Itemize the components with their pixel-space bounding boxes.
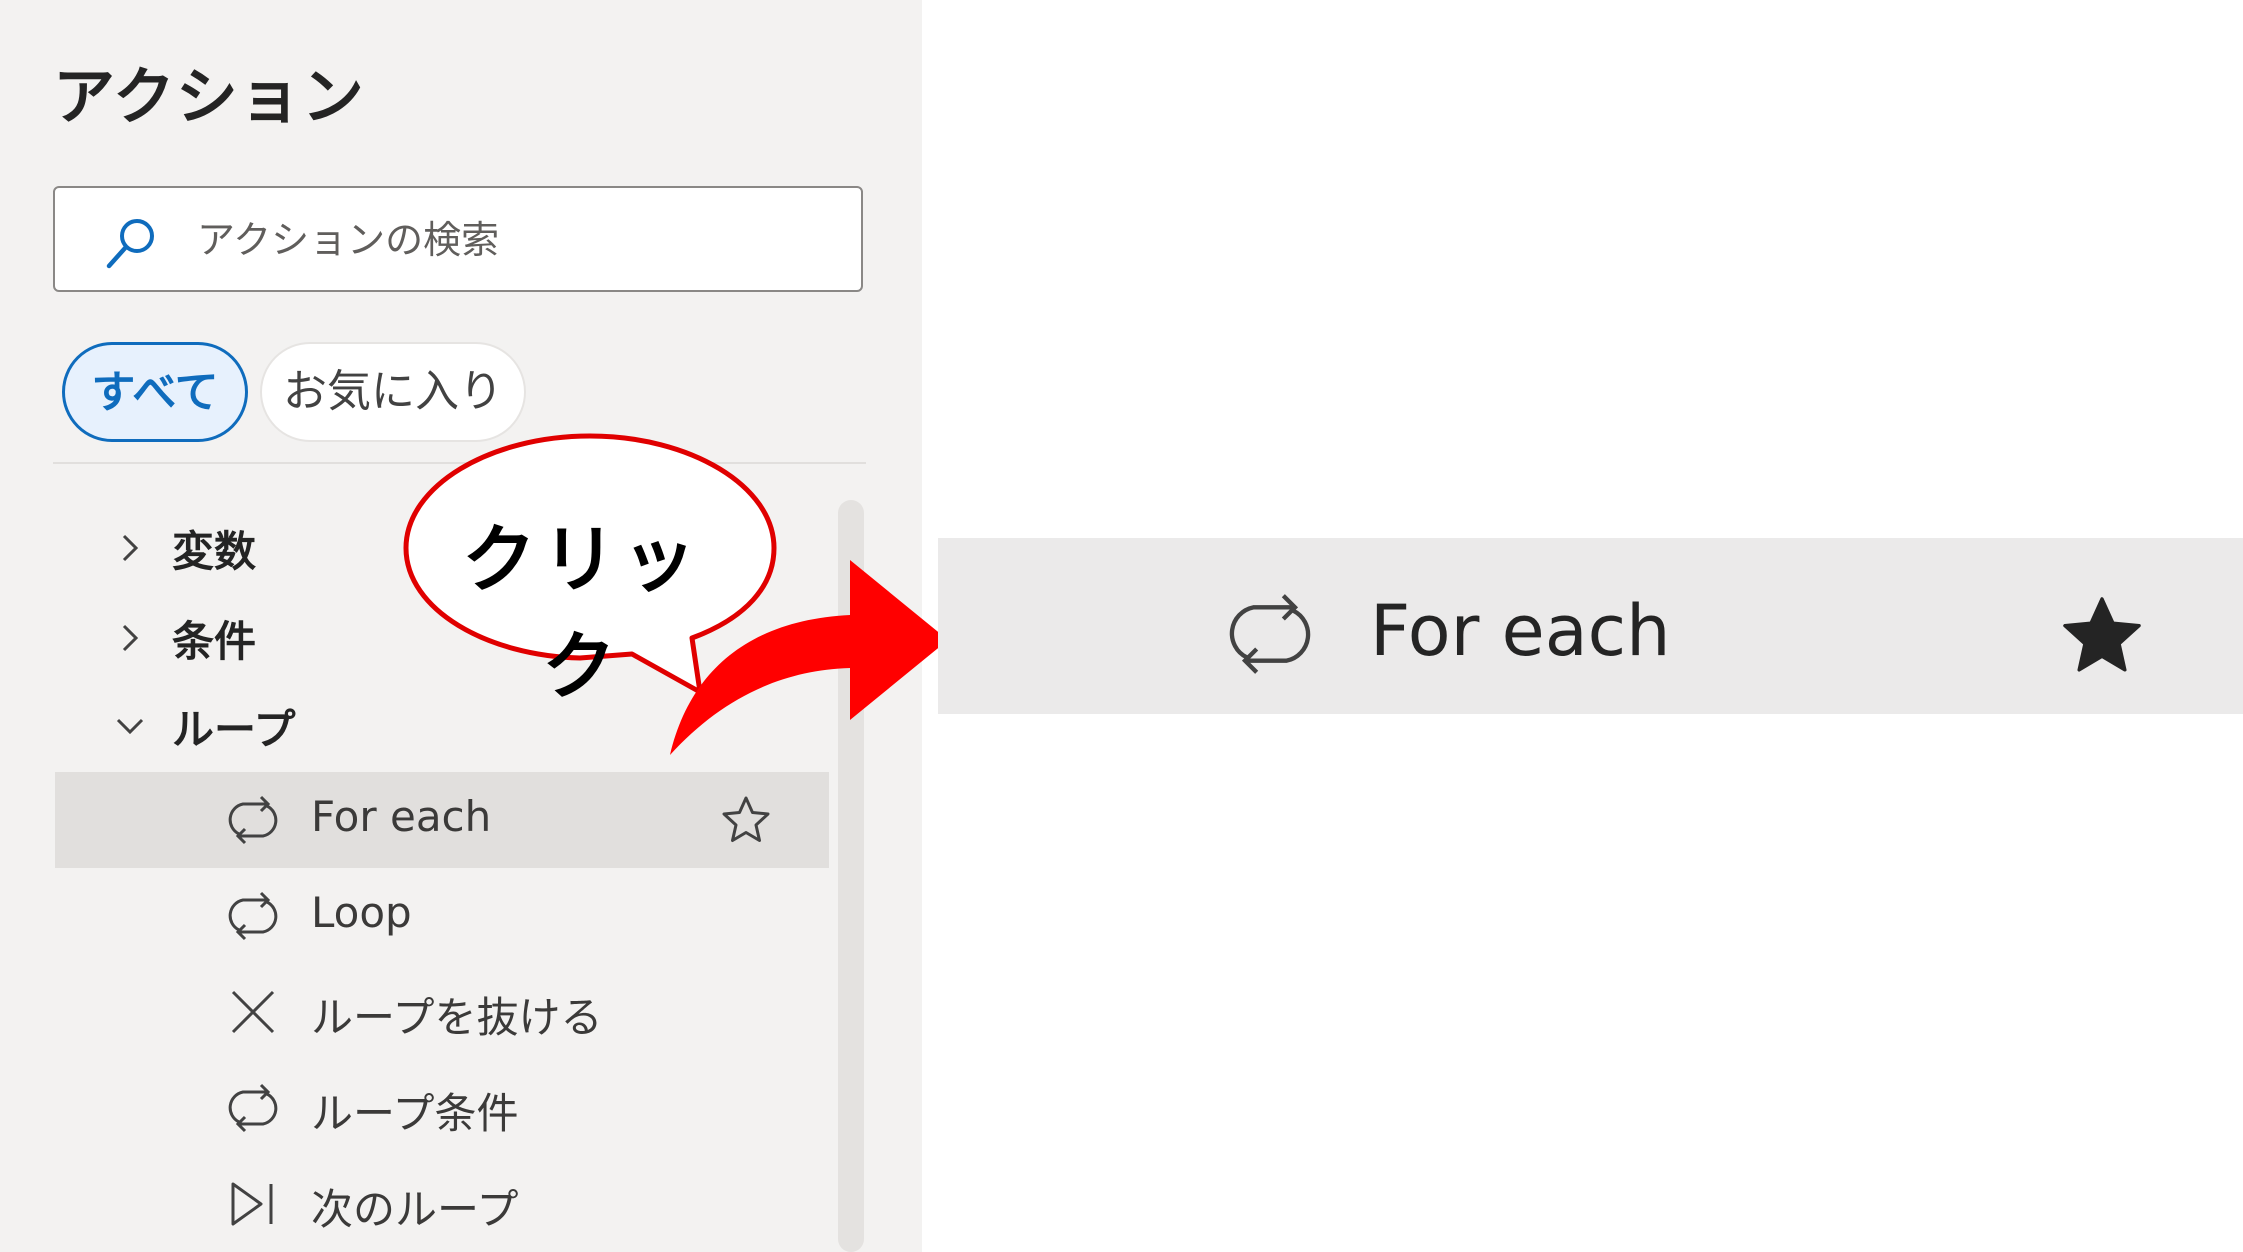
search-box[interactable]: [53, 186, 863, 292]
loop-icon: [228, 1083, 278, 1133]
action-label: 次のループ: [311, 1185, 519, 1234]
action-label: ループを抜ける: [311, 993, 603, 1042]
action-loop-condition[interactable]: ループ条件: [55, 1060, 829, 1156]
action-for-each[interactable]: For each: [55, 772, 829, 868]
search-icon: [106, 219, 154, 269]
zoomed-for-each-row[interactable]: For each: [938, 538, 2243, 714]
panel-title: アクション: [53, 60, 365, 133]
chevron-right-icon: [122, 624, 139, 652]
loop-icon: [228, 795, 278, 845]
search-input[interactable]: [195, 206, 839, 274]
action-label: Loop: [311, 888, 412, 937]
action-loop[interactable]: Loop: [55, 868, 829, 964]
close-icon: [231, 990, 275, 1034]
tab-favorites[interactable]: お気に入り: [260, 342, 526, 442]
action-next-loop[interactable]: 次のループ: [55, 1156, 829, 1252]
group-label: 変数: [172, 527, 257, 576]
action-label: For each: [311, 792, 492, 841]
loop-icon: [1229, 594, 1311, 674]
action-exit-loop[interactable]: ループを抜ける: [55, 964, 829, 1060]
action-label: ループ条件: [311, 1089, 519, 1138]
star-outline-icon[interactable]: [720, 794, 772, 846]
group-label: 条件: [172, 617, 257, 666]
tab-all[interactable]: すべて: [62, 342, 248, 442]
star-filled-icon[interactable]: [2060, 594, 2144, 678]
chevron-right-icon: [122, 534, 139, 562]
group-label: ループ: [172, 705, 296, 754]
loop-icon: [228, 891, 278, 941]
arrow-icon: [670, 560, 948, 755]
chevron-down-icon: [116, 718, 144, 735]
next-loop-icon: [231, 1182, 273, 1226]
zoomed-action-label: For each: [1370, 590, 1671, 672]
